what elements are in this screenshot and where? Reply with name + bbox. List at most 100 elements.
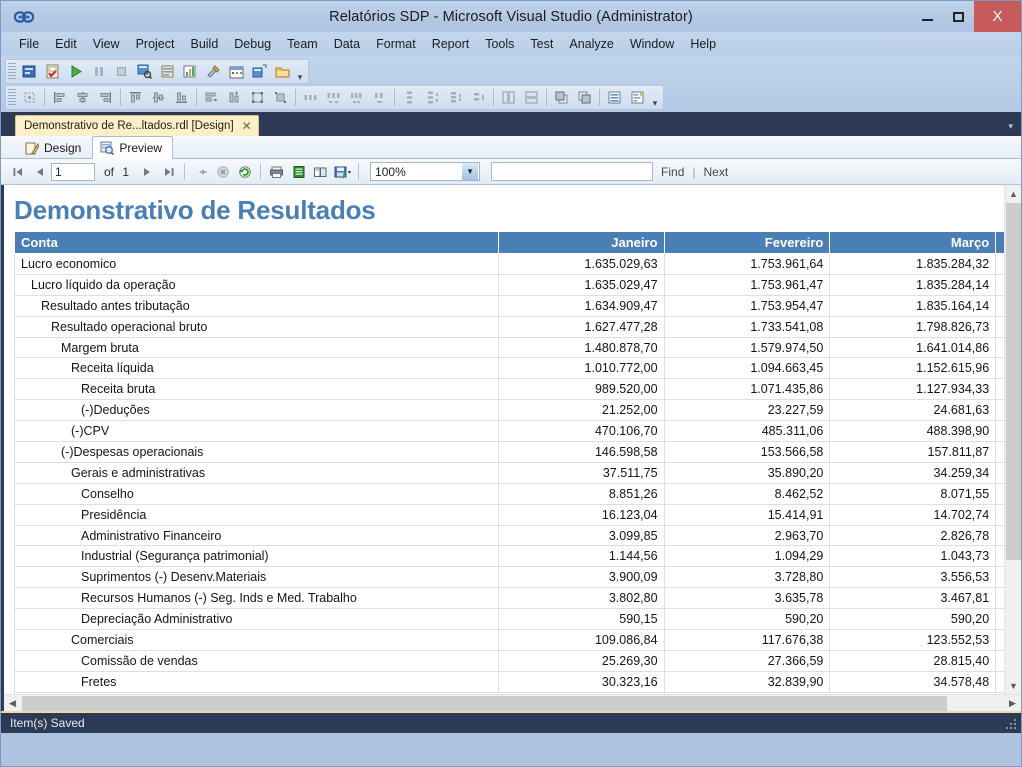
align-centers-icon[interactable] (71, 87, 94, 109)
zoom-combobox[interactable]: 100% ▼ (370, 162, 481, 181)
properties-window-icon[interactable] (156, 61, 179, 83)
snap-to-grid-icon[interactable] (18, 87, 41, 109)
layout-toolbar-overflow-button[interactable]: ▾ (649, 87, 661, 109)
navigate-backward-icon[interactable] (18, 61, 41, 83)
close-button[interactable]: X (974, 1, 1021, 32)
vertical-spacing-remove-icon[interactable] (467, 87, 490, 109)
menu-item-project[interactable]: Project (128, 35, 183, 53)
make-same-height-icon[interactable] (223, 87, 246, 109)
menu-item-format[interactable]: Format (368, 35, 424, 53)
size-to-grid-icon[interactable] (246, 87, 269, 109)
menu-item-file[interactable]: File (11, 35, 47, 53)
find-button[interactable]: Find (654, 165, 691, 179)
tab-order-icon[interactable] (603, 87, 626, 109)
maximize-button[interactable] (943, 1, 974, 32)
solution-explorer-icon[interactable] (133, 61, 156, 83)
team-explorer-icon[interactable] (179, 61, 202, 83)
find-next-button[interactable]: Next (697, 165, 736, 179)
bring-to-front-icon[interactable] (550, 87, 573, 109)
vertical-scroll-thumb[interactable] (1006, 203, 1021, 560)
vertical-scrollbar[interactable]: ▲ ▼ (1004, 185, 1021, 694)
vertical-spacing-equal-icon[interactable] (398, 87, 421, 109)
scroll-down-icon[interactable]: ▼ (1005, 677, 1021, 694)
send-to-back-icon[interactable] (573, 87, 596, 109)
export-button[interactable] (332, 161, 353, 182)
save-all-icon[interactable] (41, 61, 64, 83)
horizontal-spacing-equal-icon[interactable] (299, 87, 322, 109)
size-to-fit-icon[interactable] (269, 87, 292, 109)
center-horizontally-icon[interactable] (497, 87, 520, 109)
table-row: Margem bruta 1.480.878,70 1.579.974,50 1.64… (14, 336, 1004, 359)
vertical-spacing-decrease-icon[interactable] (444, 87, 467, 109)
document-tab-demonstrativo[interactable]: Demonstrativo de Re...ltados.rdl [Design… (15, 115, 259, 136)
horizontal-spacing-decrease-icon[interactable] (345, 87, 368, 109)
toolbar-grip-handle[interactable] (8, 63, 16, 80)
scroll-left-icon[interactable]: ◀ (4, 695, 21, 711)
tab-design[interactable]: Design (17, 136, 92, 158)
menu-item-edit[interactable]: Edit (47, 35, 85, 53)
cell-value-4: 17.021.01 (995, 378, 1004, 401)
print-layout-button[interactable] (288, 161, 309, 182)
menu-item-debug[interactable]: Debug (226, 35, 279, 53)
column-header-marco[interactable]: Março (829, 231, 997, 254)
resize-grip-icon[interactable] (1005, 718, 1017, 730)
chevron-down-icon[interactable]: ▼ (462, 163, 479, 180)
find-input[interactable] (491, 162, 654, 181)
column-header-partial[interactable]: 20 (995, 231, 1004, 254)
minimize-button[interactable] (912, 1, 943, 32)
report-properties-icon[interactable] (626, 87, 649, 109)
menu-item-analyze[interactable]: Analyze (561, 35, 621, 53)
vertical-spacing-increase-icon[interactable] (421, 87, 444, 109)
stop-icon[interactable] (110, 61, 133, 83)
center-vertically-icon[interactable] (520, 87, 543, 109)
horizontal-spacing-increase-icon[interactable] (322, 87, 345, 109)
column-header-conta[interactable]: Conta (14, 231, 499, 254)
menu-item-test[interactable]: Test (522, 35, 561, 53)
menu-item-report[interactable]: Report (424, 35, 478, 53)
scroll-up-icon[interactable]: ▲ (1005, 185, 1021, 202)
start-debugging-icon[interactable] (64, 61, 87, 83)
stop-rendering-button[interactable] (212, 161, 233, 182)
cell-value-4: 23.759.64 (995, 336, 1004, 359)
print-button[interactable] (266, 161, 287, 182)
next-page-button[interactable] (136, 161, 157, 182)
scroll-right-icon[interactable]: ▶ (1004, 695, 1021, 711)
chevron-down-icon[interactable]: ▾ (1008, 121, 1013, 132)
new-window-icon[interactable] (248, 61, 271, 83)
menu-item-window[interactable]: Window (622, 35, 682, 53)
page-number-input[interactable]: 1 (51, 162, 95, 181)
calendar-icon[interactable] (225, 61, 248, 83)
align-tops-icon[interactable] (124, 87, 147, 109)
open-folder-icon[interactable] (271, 61, 294, 83)
menu-item-team[interactable]: Team (279, 35, 326, 53)
horizontal-scroll-thumb[interactable] (22, 696, 947, 711)
align-rights-icon[interactable] (94, 87, 117, 109)
menu-item-view[interactable]: View (85, 35, 128, 53)
tools-wrench-icon[interactable] (202, 61, 225, 83)
make-same-width-icon[interactable] (200, 87, 223, 109)
last-page-button[interactable] (158, 161, 179, 182)
column-header-fevereiro[interactable]: Fevereiro (663, 231, 831, 254)
align-lefts-icon[interactable] (48, 87, 71, 109)
horizontal-spacing-remove-icon[interactable] (368, 87, 391, 109)
back-to-parent-report-button[interactable] (190, 161, 211, 182)
refresh-button[interactable] (234, 161, 255, 182)
layout-toolbar-grip-handle[interactable] (8, 89, 16, 106)
menu-item-help[interactable]: Help (682, 35, 724, 53)
align-middles-icon[interactable] (147, 87, 170, 109)
cell-value-2: 3.635,78 (663, 587, 831, 610)
page-setup-button[interactable] (310, 161, 331, 182)
menu-item-data[interactable]: Data (326, 35, 368, 53)
menu-item-build[interactable]: Build (182, 35, 226, 53)
close-icon[interactable]: ✕ (242, 119, 252, 133)
pause-icon[interactable] (87, 61, 110, 83)
previous-page-button[interactable] (29, 161, 50, 182)
align-bottoms-icon[interactable] (170, 87, 193, 109)
column-header-janeiro[interactable]: Janeiro (497, 231, 665, 254)
horizontal-scrollbar[interactable]: ◀ ▶ (4, 694, 1021, 711)
cell-value-3: 157.811,87 (829, 441, 997, 463)
tab-preview[interactable]: Preview (92, 136, 174, 159)
toolbar-overflow-button[interactable]: ▾ (294, 61, 306, 83)
menu-item-tools[interactable]: Tools (477, 35, 522, 53)
first-page-button[interactable] (7, 161, 28, 182)
